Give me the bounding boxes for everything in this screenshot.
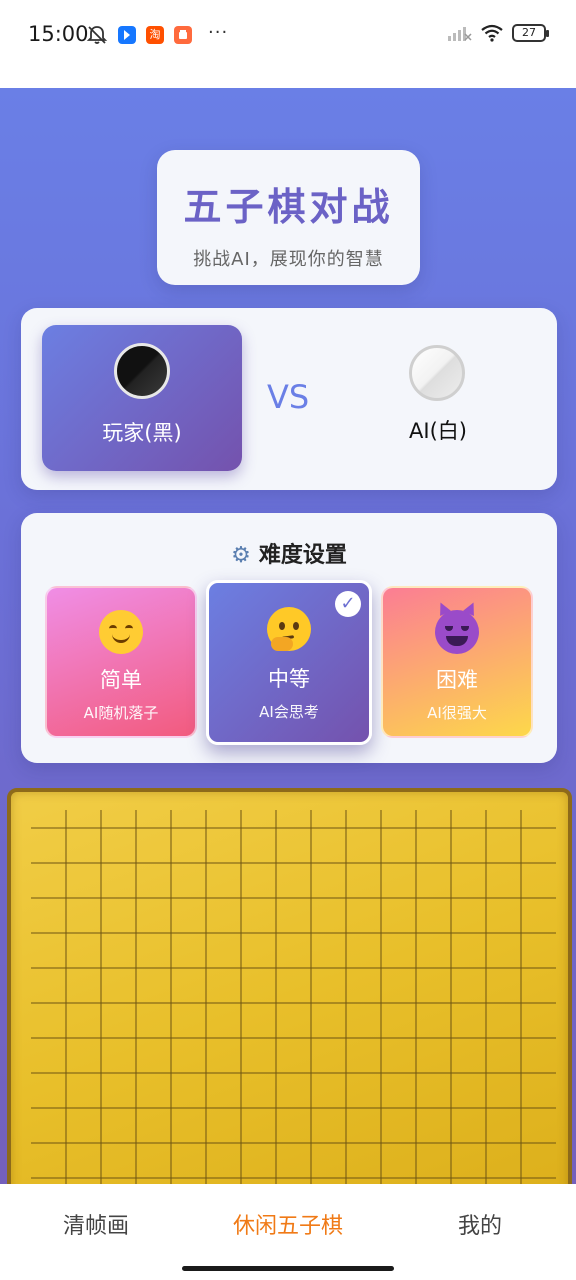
difficulty-desc: AI很强大 xyxy=(427,704,487,722)
more-dots-icon: ··· xyxy=(208,21,229,43)
difficulty-desc: AI会思考 xyxy=(259,703,319,721)
tab-mine[interactable]: 我的 xyxy=(400,1208,560,1240)
signal-icon xyxy=(448,27,472,41)
taobao-icon: 淘 xyxy=(146,26,164,44)
difficulty-hard-button[interactable]: 困难 AI很强大 xyxy=(381,586,533,738)
blue-app-icon xyxy=(118,26,136,44)
game-area: 五子棋对战 挑战AI，展现你的智慧 玩家(黑) VS AI(白) ⚙ 难度设置 简… xyxy=(0,88,576,1184)
versus-card: 玩家(黑) VS AI(白) xyxy=(21,308,557,490)
smile-emoji-icon xyxy=(99,610,143,654)
difficulty-card: ⚙ 难度设置 简单 AI随机落子 ✓ 中等 AI会思考 困难 AI很强大 xyxy=(21,513,557,763)
difficulty-title: ⚙ 难度设置 xyxy=(21,537,557,569)
gear-icon: ⚙ xyxy=(231,543,251,568)
board-grid xyxy=(31,810,556,1184)
wifi-icon xyxy=(481,24,503,42)
status-system-icons: 27 xyxy=(446,24,549,42)
tab-qingzhenhua[interactable]: 清帧画 xyxy=(16,1208,176,1240)
difficulty-medium-button[interactable]: ✓ 中等 AI会思考 xyxy=(206,580,372,745)
ai-label: AI(白) xyxy=(409,419,467,443)
status-notification-icons: 淘 ··· xyxy=(86,21,229,46)
orange-app-icon xyxy=(174,26,192,44)
battery-icon: 27 xyxy=(512,24,549,42)
difficulty-name: 中等 xyxy=(268,667,310,691)
home-indicator[interactable] xyxy=(182,1266,394,1271)
difficulty-desc: AI随机落子 xyxy=(83,704,159,722)
white-stone-icon xyxy=(409,345,465,401)
ai-white-box[interactable]: AI(白) xyxy=(343,325,543,471)
page-title: 五子棋对战 xyxy=(183,185,394,229)
status-time: 15:00 xyxy=(28,22,89,46)
status-bar: 15:00 淘 ··· 27 xyxy=(0,0,576,88)
difficulty-title-text: 难度设置 xyxy=(258,543,347,568)
difficulty-name: 困难 xyxy=(436,668,478,692)
mute-bell-icon xyxy=(86,26,108,44)
tab-gomoku[interactable]: 休闲五子棋 xyxy=(208,1208,368,1240)
vs-label: VS xyxy=(267,378,310,416)
difficulty-easy-button[interactable]: 简单 AI随机落子 xyxy=(45,586,197,738)
title-card: 五子棋对战 挑战AI，展现你的智慧 xyxy=(157,150,420,285)
check-icon: ✓ xyxy=(335,591,361,617)
devil-emoji-icon xyxy=(435,600,479,654)
gomoku-board[interactable] xyxy=(7,788,572,1184)
black-stone-icon xyxy=(114,343,170,399)
difficulty-name: 简单 xyxy=(100,668,142,692)
player-black-box[interactable]: 玩家(黑) xyxy=(42,325,242,471)
page-subtitle: 挑战AI，展现你的智慧 xyxy=(193,249,384,270)
thinking-emoji-icon xyxy=(267,607,311,651)
player-label: 玩家(黑) xyxy=(102,421,182,445)
